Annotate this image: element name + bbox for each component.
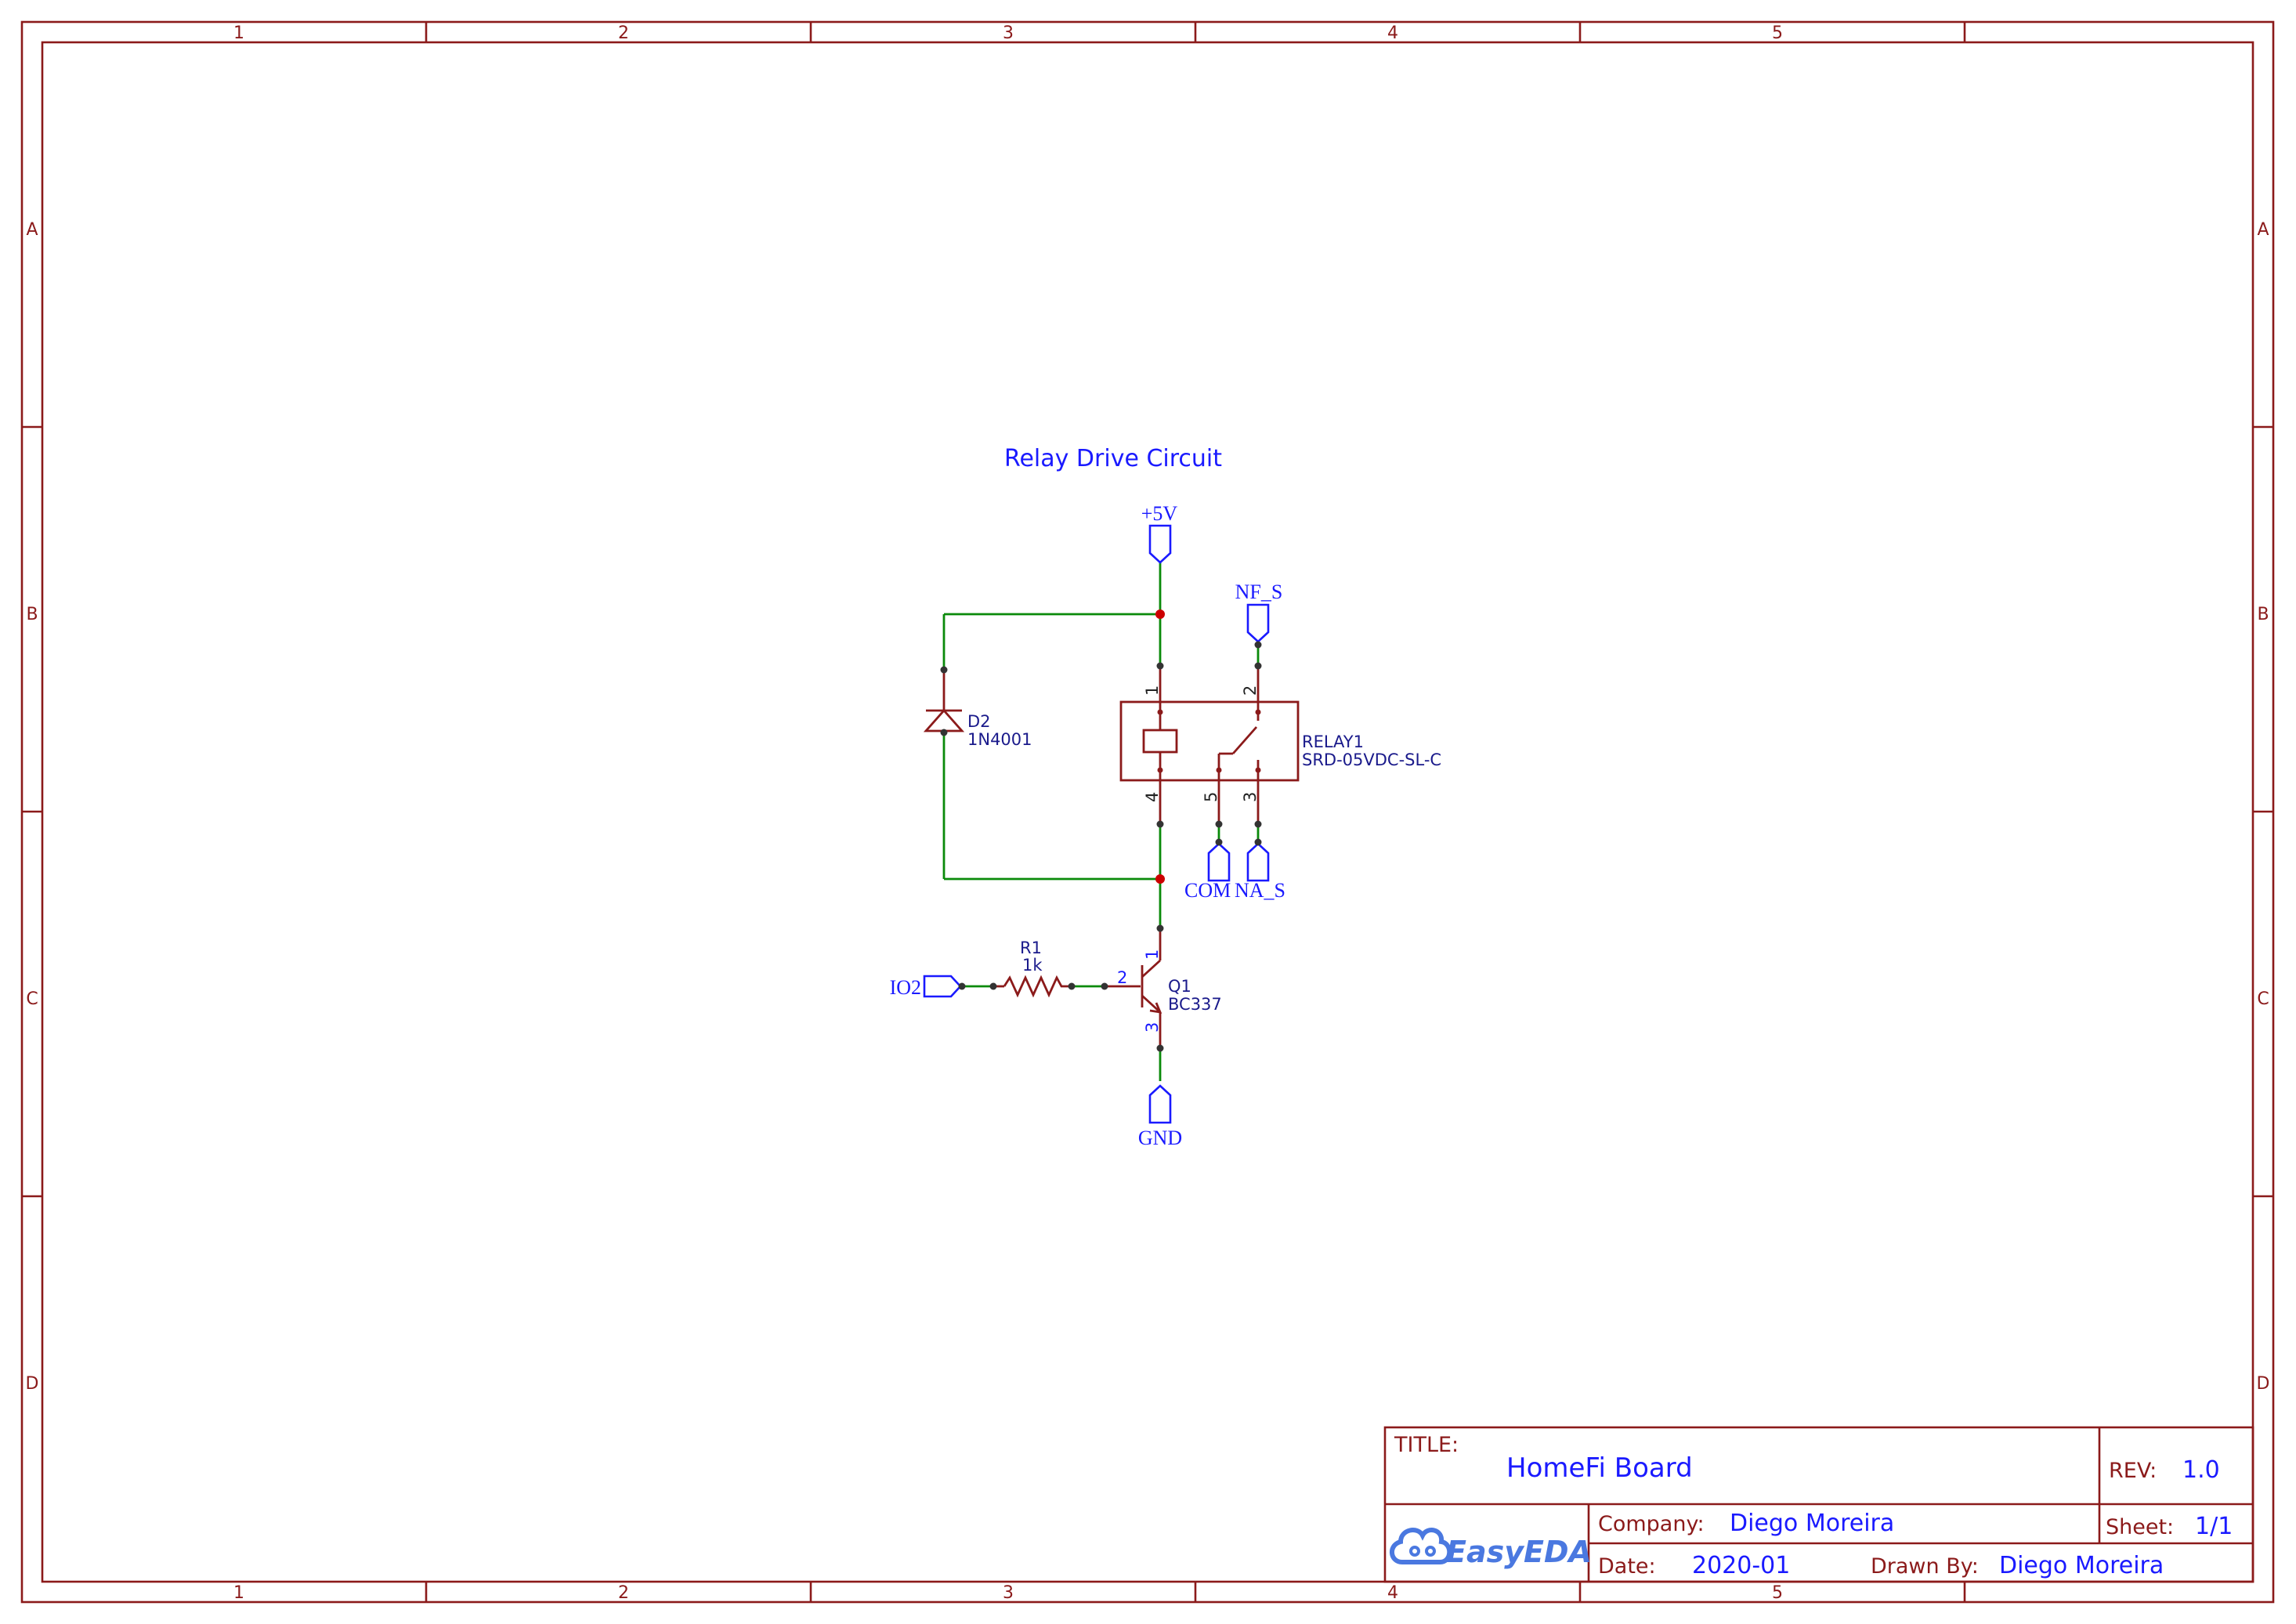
sheet-value: 1/1 (2195, 1513, 2233, 1540)
net-label-vcc-text: +5V (1141, 502, 1178, 525)
drawn-by-label: Drawn By: (1871, 1554, 1979, 1579)
frame-col-3-bottom: 3 (1003, 1583, 1014, 1603)
frame-col-5-top: 5 (1772, 24, 1783, 43)
resistor-ref: R1 (1020, 939, 1042, 957)
drawn-by-value: Diego Moreira (1999, 1552, 2164, 1579)
diode-d2: D2 1N4001 (923, 670, 1032, 749)
frame-row-c-left: C (26, 989, 38, 1009)
net-label-nf: NF_S (1235, 581, 1283, 643)
relay-pin-1: 1 (1143, 685, 1162, 696)
net-label-na: NA_S (1235, 842, 1285, 902)
transistor-q1: 1 2 3 Q1 BC337 (1105, 928, 1222, 1048)
relay-value: SRD-05VDC-SL-C (1302, 751, 1441, 769)
diode-value: 1N4001 (967, 730, 1032, 749)
frame-col-4-bottom: 4 (1387, 1583, 1398, 1603)
diode-ref: D2 (967, 712, 991, 731)
rev-value: 1.0 (2182, 1456, 2220, 1484)
net-label-io2-text: IO2 (890, 976, 921, 999)
frame-col-3-top: 3 (1003, 24, 1014, 43)
sheet-label: Sheet: (2106, 1515, 2174, 1539)
frame-col-4-top: 4 (1387, 24, 1398, 43)
logo-text: EasyEDA (1446, 1535, 1592, 1569)
relay-pin-5: 5 (1202, 792, 1220, 802)
net-label-vcc: +5V (1141, 502, 1178, 564)
frame-col-1-bottom: 1 (233, 1583, 244, 1603)
transistor-pin-2: 2 (1117, 968, 1127, 987)
net-label-com: COM (1184, 842, 1231, 902)
transistor-value: BC337 (1168, 995, 1222, 1014)
net-label-com-text: COM (1184, 879, 1231, 902)
sheet-frame: 1 2 3 4 5 1 2 3 4 5 A B C D A B C D (20, 20, 2275, 1604)
frame-row-c-right: C (2257, 989, 2269, 1009)
date-label: Date: (1598, 1554, 1656, 1579)
cloud-icon (1390, 1528, 1452, 1564)
title-label: TITLE: (1394, 1433, 1459, 1457)
frame-col-2-bottom: 2 (618, 1583, 629, 1603)
net-label-na-text: NA_S (1235, 879, 1285, 902)
transistor-ref: Q1 (1168, 977, 1191, 996)
frame-col-1-top: 1 (233, 24, 244, 43)
relay-pin-4: 4 (1143, 792, 1162, 802)
frame-row-d-left: D (26, 1374, 39, 1394)
board-title: HomeFi Board (1506, 1452, 1693, 1484)
relay-pin-3: 3 (1241, 792, 1260, 802)
frame-row-b-right: B (2257, 605, 2269, 624)
section-title: Relay Drive Circuit (1004, 445, 1222, 472)
transistor-pin-3: 3 (1143, 1022, 1162, 1033)
net-label-io2: IO2 (890, 975, 962, 999)
resistor-value: 1k (1022, 956, 1043, 975)
net-label-nf-text: NF_S (1235, 581, 1283, 603)
net-label-gnd-text: GND (1138, 1127, 1182, 1149)
schematic-sheet: 1 2 3 4 5 1 2 3 4 5 A B C D A B C D Rela… (20, 20, 2275, 1604)
frame-row-b-left: B (26, 605, 38, 624)
frame-row-a-left: A (26, 220, 38, 240)
net-label-gnd: GND (1138, 1084, 1182, 1149)
rev-label: REV: (2109, 1459, 2157, 1483)
frame-col-5-bottom: 5 (1772, 1583, 1783, 1603)
relay-pin-2: 2 (1241, 685, 1260, 696)
easyeda-logo: EasyEDA (1390, 1528, 1592, 1569)
date-value: 2020-01 (1692, 1552, 1790, 1579)
relay-ref: RELAY1 (1302, 732, 1364, 751)
frame-col-2-top: 2 (618, 24, 629, 43)
frame-row-a-right: A (2257, 220, 2269, 240)
relay-relay1: 1 2 4 5 3 RELAY1 SRD-05VDC-SL-C (1119, 666, 1441, 824)
company-value: Diego Moreira (1730, 1510, 1894, 1537)
company-label: Company: (1598, 1512, 1705, 1536)
frame-row-d-right: D (2257, 1374, 2270, 1394)
resistor-r1: R1 1k (993, 939, 1072, 998)
title-block: TITLE: HomeFi Board REV: 1.0 Company: Di… (1383, 1426, 2254, 1583)
transistor-pin-1: 1 (1143, 949, 1162, 960)
